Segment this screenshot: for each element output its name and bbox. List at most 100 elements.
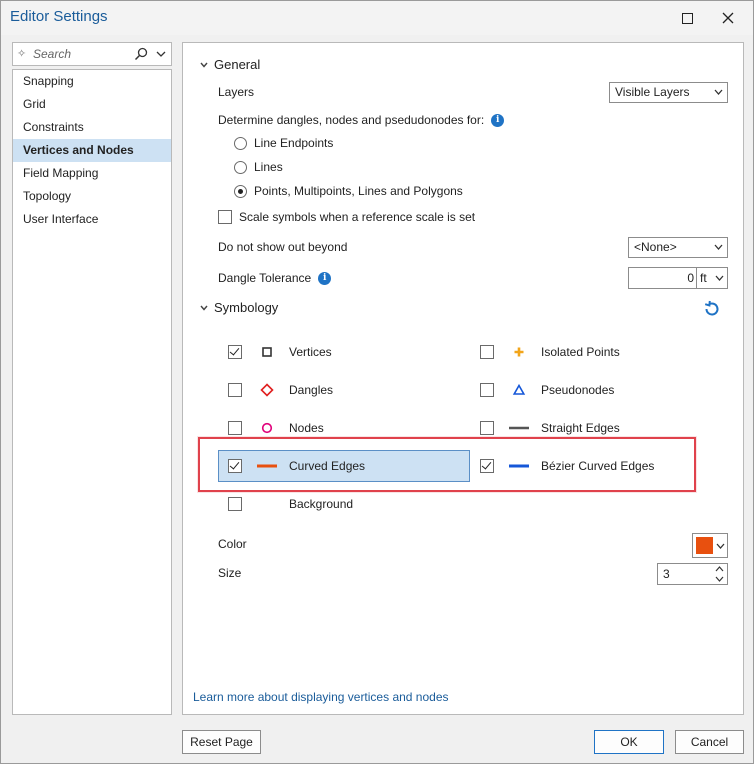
symbol-row[interactable]: Curved Edges bbox=[228, 459, 468, 473]
ok-button[interactable]: OK bbox=[594, 730, 664, 754]
symbol-row[interactable]: Isolated Points bbox=[480, 345, 720, 359]
option-row[interactable]: Lines bbox=[234, 160, 283, 174]
symbol-checkbox[interactable] bbox=[228, 345, 242, 359]
search-icon[interactable] bbox=[133, 46, 149, 62]
no-show-label: Do not show out beyond bbox=[218, 240, 348, 254]
option-row[interactable]: Line Endpoints bbox=[234, 136, 333, 150]
chevron-up-icon[interactable] bbox=[715, 566, 724, 572]
orange-line-icon bbox=[257, 464, 277, 468]
search-input[interactable] bbox=[33, 47, 129, 61]
settings-content: General Layers Visible Layers Determine … bbox=[182, 42, 744, 715]
cancel-button[interactable]: Cancel bbox=[675, 730, 744, 754]
dangle-tolerance-input[interactable]: 0 bbox=[628, 267, 698, 289]
radio-button[interactable] bbox=[234, 160, 247, 174]
dangle-tolerance-label: Dangle Tolerance bbox=[218, 271, 312, 285]
general-section-header[interactable]: General bbox=[199, 57, 260, 72]
sidebar-item[interactable]: User Interface bbox=[13, 208, 171, 231]
symbol-checkbox[interactable] bbox=[480, 421, 494, 435]
window-title: Editor Settings bbox=[10, 8, 108, 25]
size-spinner[interactable]: 3 bbox=[657, 563, 728, 585]
layers-label: Layers bbox=[218, 85, 255, 99]
size-value: 3 bbox=[663, 567, 670, 581]
chevron-down-icon bbox=[200, 305, 208, 311]
sidebar-item[interactable]: Constraints bbox=[13, 116, 171, 139]
reset-symbology-icon[interactable] bbox=[701, 298, 723, 320]
layers-value: Visible Layers bbox=[615, 85, 690, 99]
option-row[interactable]: Points, Multipoints, Lines and Polygons bbox=[234, 184, 463, 198]
symbol-label: Isolated Points bbox=[541, 345, 620, 359]
dangle-unit-select[interactable]: ft bbox=[696, 267, 728, 289]
chevron-down-icon bbox=[714, 244, 723, 250]
chevron-down-icon[interactable] bbox=[715, 576, 724, 582]
chevron-down-icon bbox=[715, 275, 724, 281]
sidebar-item[interactable]: Topology bbox=[13, 185, 171, 208]
color-label: Color bbox=[218, 537, 247, 551]
symbol-row[interactable]: Pseudonodes bbox=[480, 383, 720, 397]
color-swatch bbox=[696, 537, 713, 554]
symbol-checkbox[interactable] bbox=[228, 497, 242, 511]
close-icon bbox=[722, 12, 734, 24]
symbol-label: Background bbox=[289, 497, 354, 511]
radio-button[interactable] bbox=[234, 136, 247, 150]
settings-nav: Snapping Grid Constraints Vertices and Node… bbox=[12, 69, 172, 715]
blue-line-icon bbox=[509, 464, 529, 468]
scale-symbols-label: Scale symbols when a reference scale is … bbox=[239, 210, 476, 224]
symbol-label: Dangles bbox=[289, 383, 334, 397]
chevron-down-icon[interactable] bbox=[153, 45, 169, 63]
chevron-down-icon bbox=[200, 62, 208, 68]
symbol-checkbox[interactable] bbox=[480, 383, 494, 397]
general-heading: General bbox=[214, 57, 261, 72]
symbol-row[interactable]: Straight Edges bbox=[480, 421, 720, 435]
plus-point-icon bbox=[514, 347, 524, 357]
editor-settings-window: Editor Settings ✧ SnappingGridConstraint… bbox=[0, 0, 754, 764]
scale-symbols-checkbox[interactable] bbox=[218, 210, 232, 224]
dangle-unit-value: ft bbox=[700, 271, 707, 285]
symbol-label: Bézier Curved Edges bbox=[541, 459, 655, 473]
circle-node-icon bbox=[261, 422, 273, 434]
size-label: Size bbox=[218, 566, 242, 580]
symbol-row[interactable]: Background bbox=[228, 497, 468, 511]
symbol-row[interactable]: Dangles bbox=[228, 383, 468, 397]
learn-more-link[interactable]: Learn more about displaying vertices and… bbox=[193, 690, 449, 704]
sidebar-item[interactable]: Grid bbox=[13, 93, 171, 116]
no-show-select[interactable]: <None> bbox=[628, 237, 728, 258]
empty-symbol bbox=[255, 497, 279, 511]
symbol-checkbox[interactable] bbox=[228, 421, 242, 435]
option-label: Lines bbox=[254, 160, 283, 174]
symbol-row[interactable]: Nodes bbox=[228, 421, 468, 435]
option-label: Points, Multipoints, Lines and Polygons bbox=[254, 184, 463, 198]
chevron-down-icon bbox=[716, 543, 725, 549]
triangle-pseudonode-icon bbox=[512, 383, 526, 395]
scale-symbols-row[interactable]: Scale symbols when a reference scale is … bbox=[218, 210, 475, 224]
info-icon[interactable]: i bbox=[318, 271, 332, 285]
color-picker[interactable] bbox=[692, 533, 728, 558]
symbol-label: Pseudonodes bbox=[541, 383, 615, 397]
sidebar-item[interactable]: Vertices and Nodes bbox=[13, 139, 171, 162]
left-panel: ✧ SnappingGridConstraintsVertices and No… bbox=[12, 42, 172, 715]
layers-select[interactable]: Visible Layers bbox=[609, 82, 728, 103]
sidebar-item[interactable]: Field Mapping bbox=[13, 162, 171, 185]
maximize-icon bbox=[681, 12, 693, 24]
symbol-label: Vertices bbox=[289, 345, 332, 359]
symbol-checkbox[interactable] bbox=[480, 459, 494, 473]
info-icon[interactable]: i bbox=[491, 113, 505, 127]
symbology-section-header[interactable]: Symbology bbox=[199, 300, 278, 315]
symbol-row[interactable]: Bézier Curved Edges bbox=[480, 459, 720, 473]
option-label: Line Endpoints bbox=[254, 136, 334, 150]
title-bar: Editor Settings bbox=[1, 1, 753, 35]
gray-line-icon bbox=[509, 426, 529, 430]
symbol-row[interactable]: Vertices bbox=[228, 345, 468, 359]
no-show-value: <None> bbox=[634, 240, 677, 254]
maximize-button[interactable] bbox=[674, 5, 700, 31]
symbol-label: Straight Edges bbox=[541, 421, 620, 435]
close-button[interactable] bbox=[715, 5, 741, 31]
symbol-checkbox[interactable] bbox=[228, 383, 242, 397]
symbol-checkbox[interactable] bbox=[480, 345, 494, 359]
symbol-checkbox[interactable] bbox=[228, 459, 242, 473]
reset-page-button[interactable]: Reset Page bbox=[182, 730, 261, 754]
sparkle-icon: ✧ bbox=[17, 48, 27, 60]
radio-button[interactable] bbox=[234, 184, 247, 198]
dangle-tolerance-row: Dangle Tolerance i bbox=[218, 271, 332, 285]
symbol-label: Curved Edges bbox=[289, 459, 366, 473]
sidebar-item[interactable]: Snapping bbox=[13, 70, 171, 93]
